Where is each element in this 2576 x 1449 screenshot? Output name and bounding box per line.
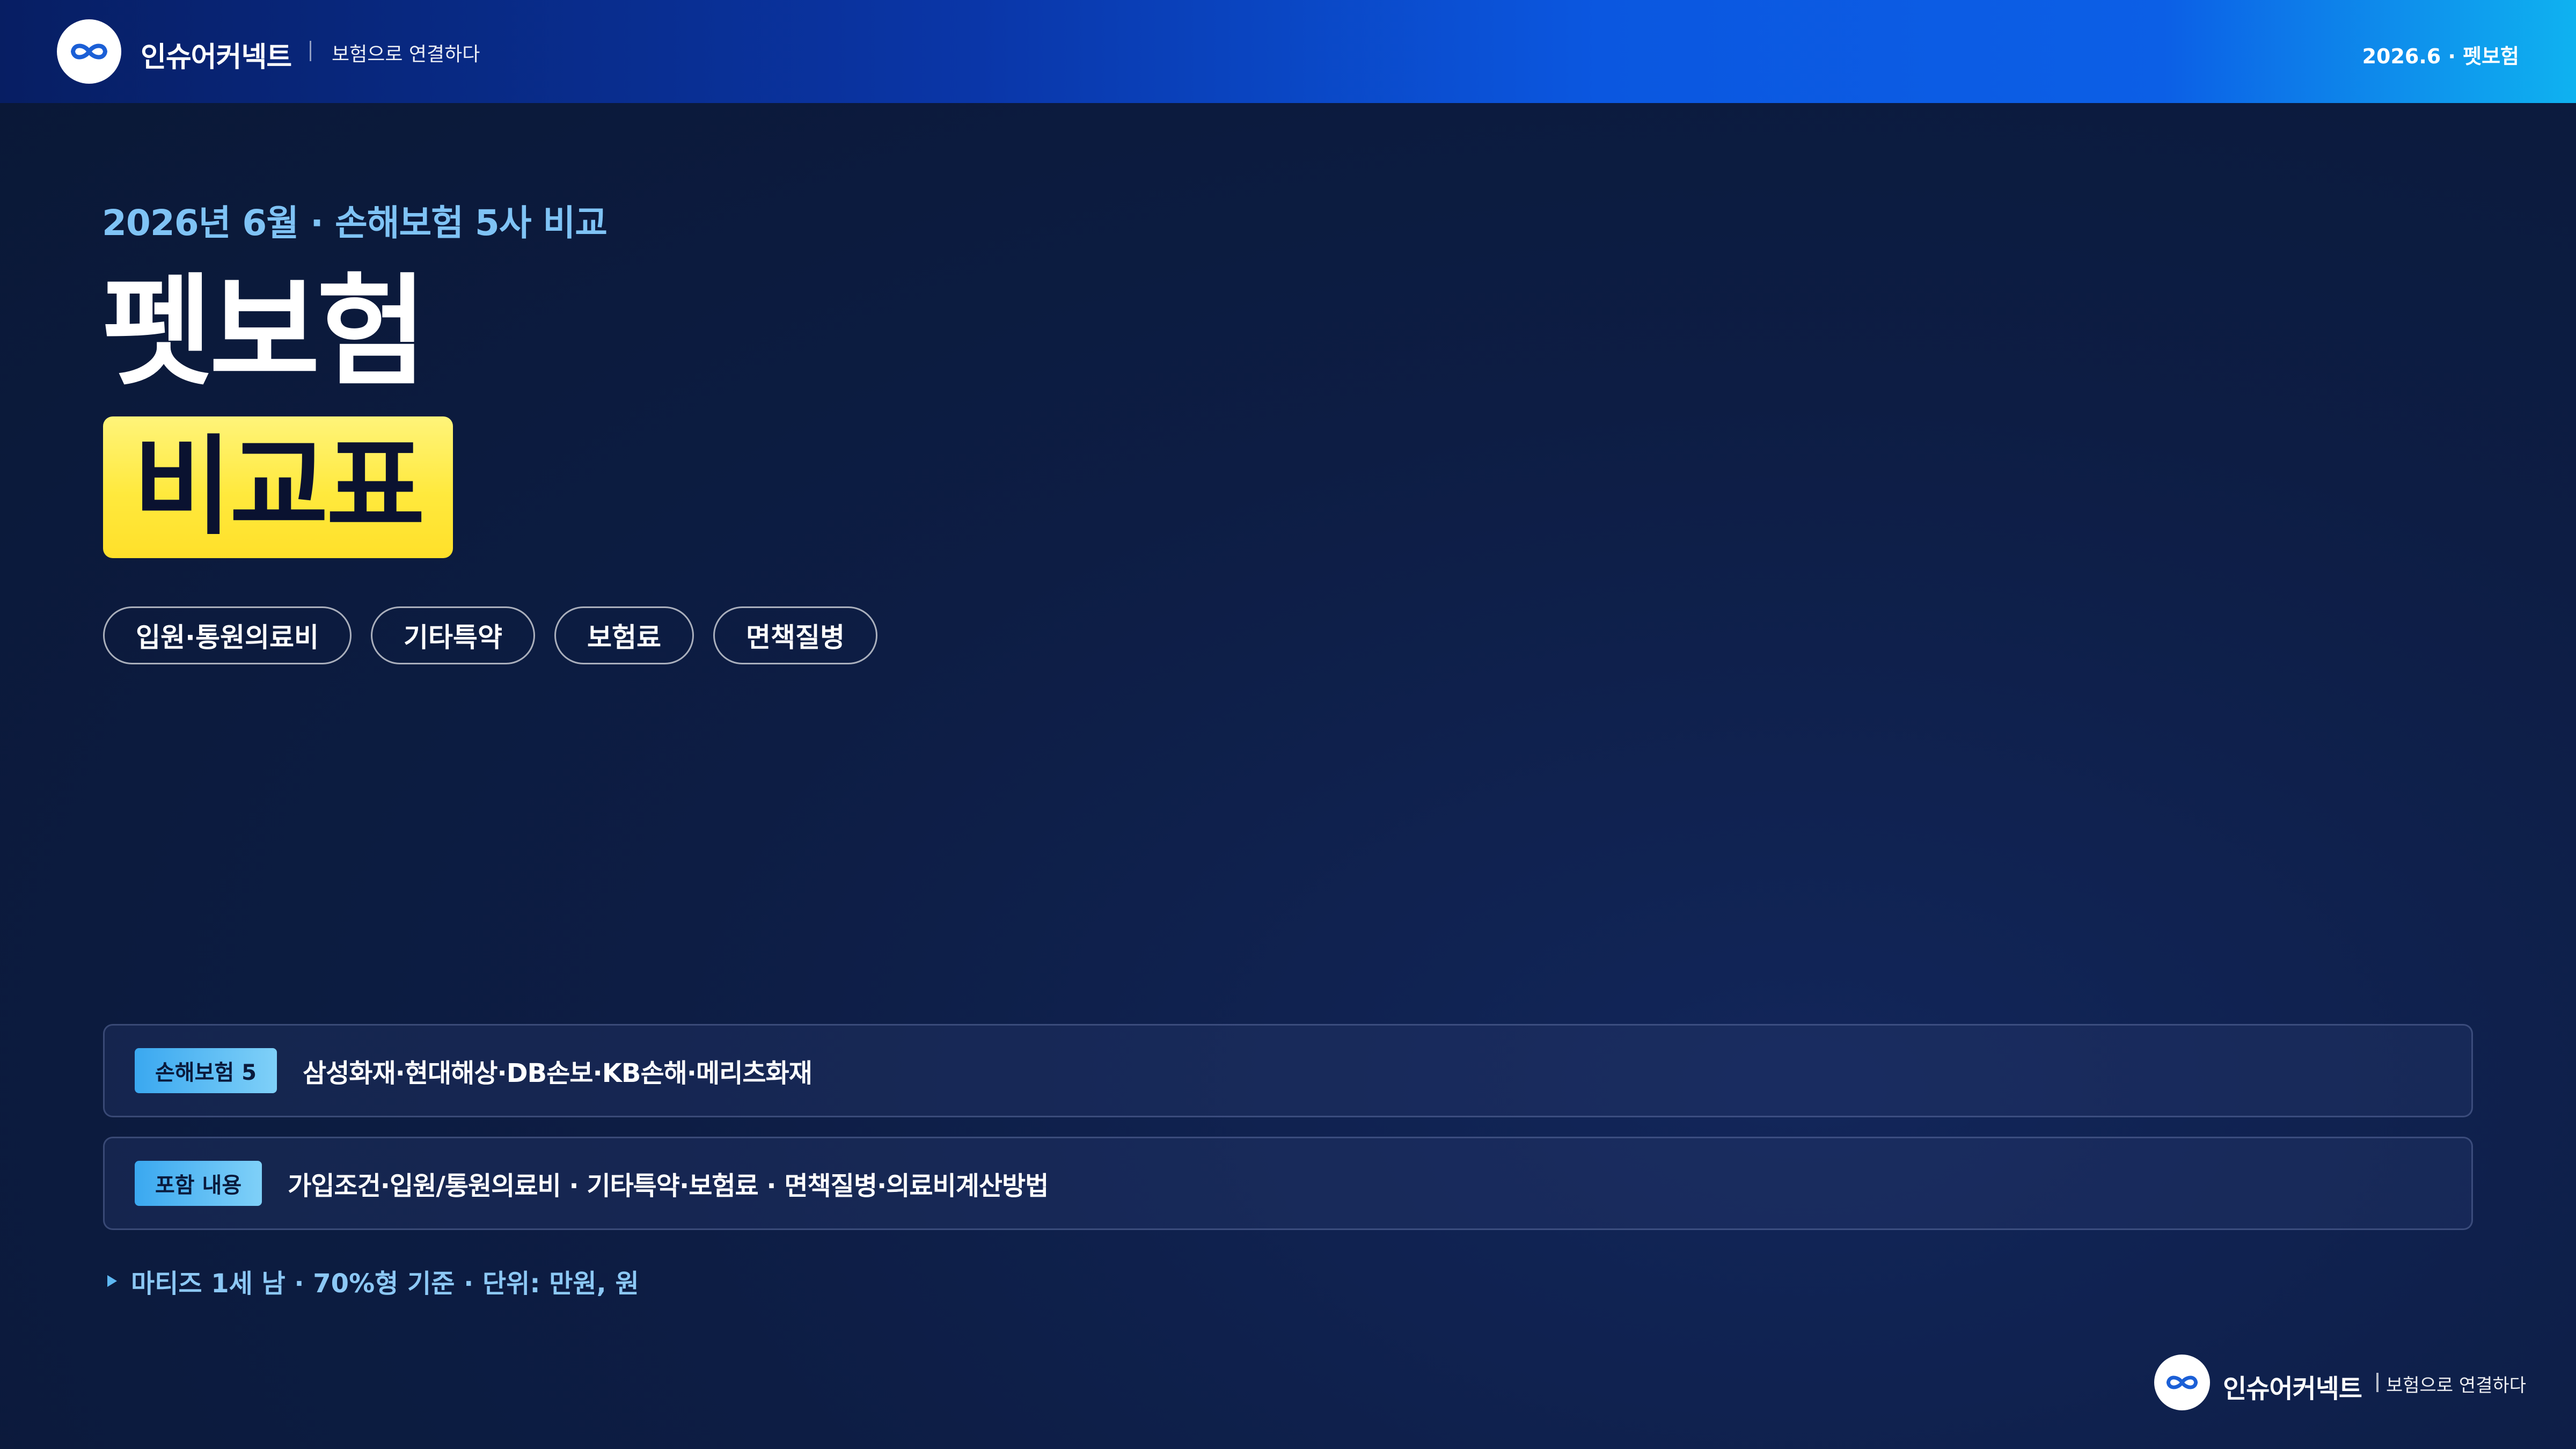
- brand-tagline: 보험으로 연결하다: [332, 43, 480, 65]
- header-divider: [310, 41, 311, 61]
- footer-divider: [2376, 1373, 2379, 1392]
- top-bar: 인슈어커넥트 보험으로 연결하다 2026.6 · 펫보험: [0, 0, 2576, 103]
- pill-premium[interactable]: 보험료: [554, 606, 694, 664]
- title-highlight-text: 비교표: [133, 425, 425, 550]
- pill-other-riders[interactable]: 기타특약: [371, 606, 535, 664]
- contents-info-row: 포함 내용 가입조건·입원/통원의료비 · 기타특약·보험료 · 면책질병·의료…: [103, 1137, 2473, 1230]
- pill-excluded-diseases[interactable]: 면책질병: [713, 606, 877, 664]
- infinity-logo-icon: [57, 19, 121, 84]
- page-subtitle: 2026년 6월 · 손해보험 5사 비교: [102, 202, 608, 244]
- pill-inpatient-outpatient[interactable]: 입원·통원의료비: [103, 606, 352, 664]
- contents-list-text: 가입조건·입원/통원의료비 · 기타특약·보험료 · 면책질병·의료비계산방법: [288, 1171, 1049, 1201]
- brand-name: 인슈어커넥트: [141, 41, 292, 74]
- header-date-label: 2026.6 · 펫보험: [2362, 45, 2519, 68]
- insurers-badge: 손해보험 5: [135, 1048, 277, 1093]
- criteria-note: 마티즈 1세 남 · 70%형 기준 · 단위: 만원, 원: [107, 1262, 639, 1300]
- title-highlight-box: 비교표: [103, 416, 453, 558]
- footer-tagline: 보험으로 연결하다: [2386, 1375, 2527, 1396]
- criteria-note-text: 마티즈 1세 남 · 70%형 기준 · 단위: 만원, 원: [131, 1269, 639, 1299]
- insurers-info-row: 손해보험 5 삼성화재·현대해상·DB손보·KB손해·메리츠화재: [103, 1024, 2473, 1117]
- footer-brand-name: 인슈어커넥트: [2223, 1374, 2362, 1404]
- page-title: 펫보험: [102, 262, 427, 402]
- category-pills: 입원·통원의료비 기타특약 보험료 면책질병: [103, 606, 877, 664]
- contents-badge: 포함 내용: [135, 1161, 262, 1206]
- insurers-list-text: 삼성화재·현대해상·DB손보·KB손해·메리츠화재: [302, 1058, 813, 1088]
- triangle-bullet-icon: [107, 1275, 117, 1287]
- footer-infinity-logo-icon: [2154, 1355, 2210, 1410]
